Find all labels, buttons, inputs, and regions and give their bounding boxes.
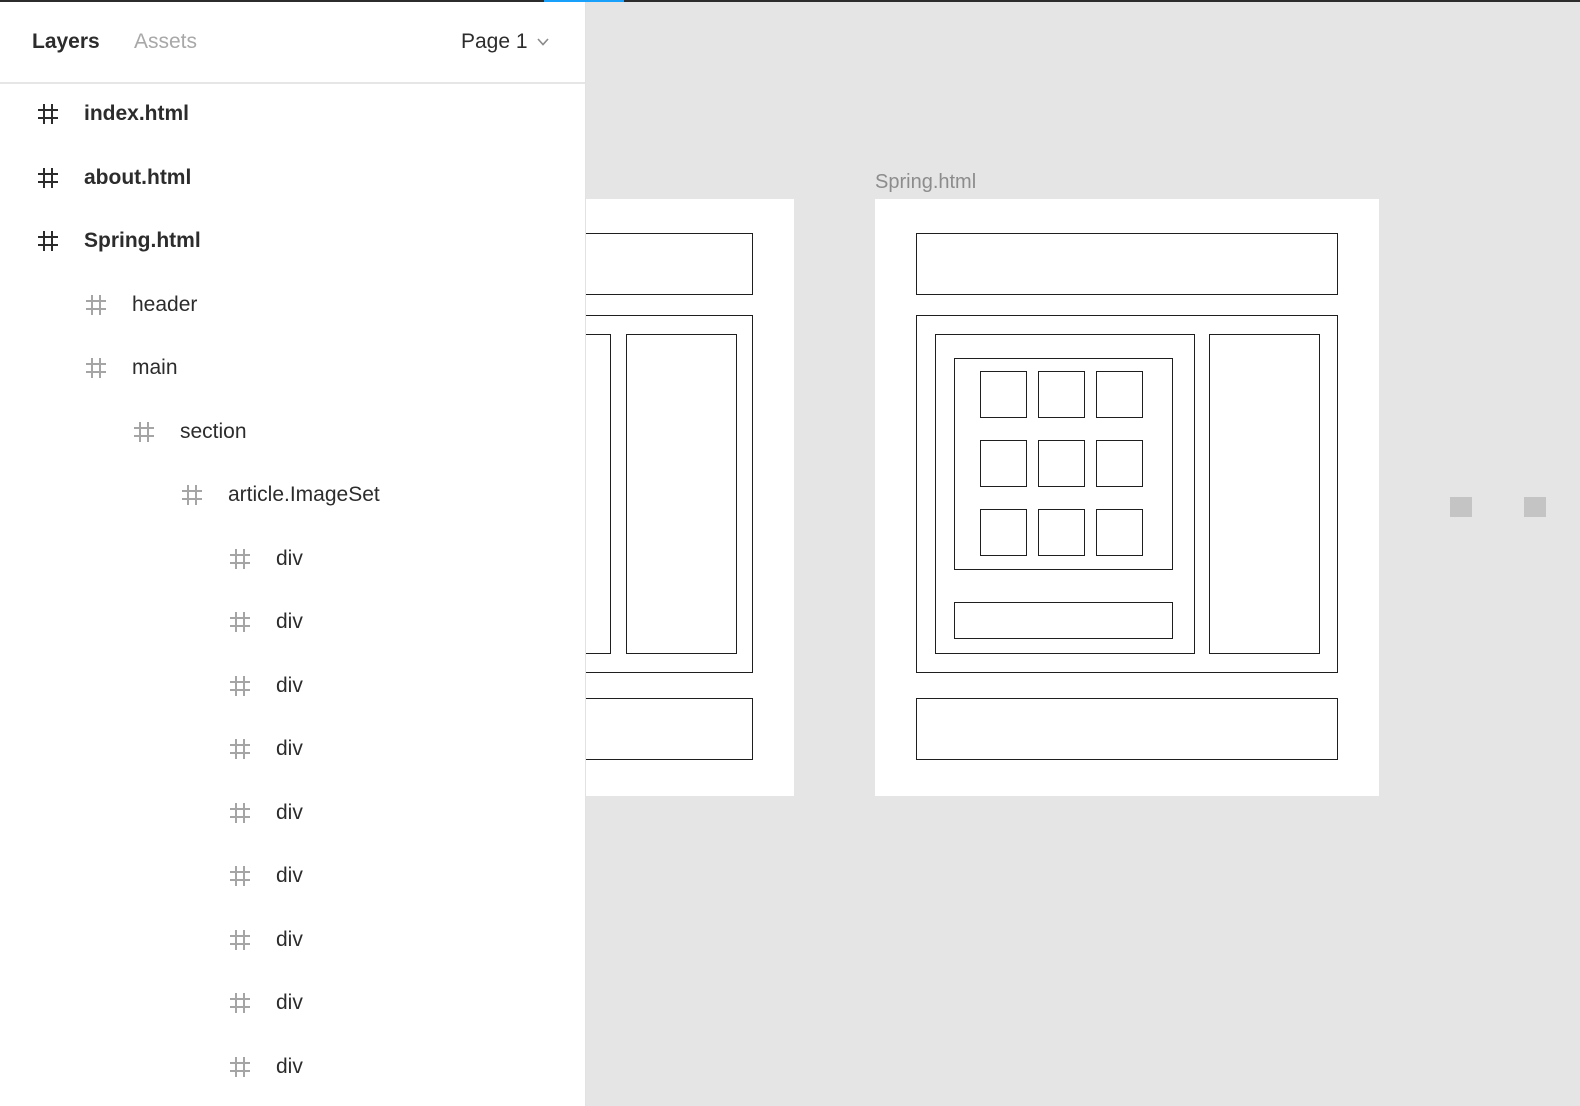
hash-frame-icon [38,231,58,251]
wire-header [586,233,753,295]
wire-image [1038,440,1085,487]
layer-label: index.html [84,102,190,125]
hash-frame-icon [230,1056,250,1077]
resize-handle[interactable] [1524,497,1546,517]
hash-frame-icon [230,675,250,696]
chevron-down-icon [536,38,549,46]
page-selector[interactable]: Page 1 [461,30,550,54]
hash-frame-icon [230,993,250,1013]
layer-item[interactable]: section [132,404,247,460]
wire-image [1096,440,1143,487]
layer-label: div [276,1054,303,1078]
wire-main [916,315,1338,673]
wire-image [980,371,1027,418]
layers-panel: Layers Assets Page 1 index.html about.htm… [0,2,586,1106]
hash-frame-icon [230,548,250,569]
wire-image-set [954,358,1173,570]
layer-label: header [132,292,198,316]
layer-label: about.html [84,165,192,189]
wire-footer [586,698,753,760]
layer-label: div [276,737,303,760]
layer-frame-item[interactable]: index.html [36,86,189,142]
wire-image [1096,509,1143,556]
wire-section [935,334,1195,654]
layer-item[interactable]: div [228,848,303,904]
layer-label: section [180,419,247,443]
wire-image [1096,371,1143,418]
layer-label: Spring.html [84,229,201,252]
layer-item[interactable]: div [228,1039,303,1095]
wire-header [916,233,1338,295]
layer-label: div [276,610,303,633]
page-selector-label: Page 1 [461,30,528,53]
frame-title[interactable]: Spring.html [875,171,976,194]
wire-image [1038,509,1085,556]
tab-layers[interactable]: Layers [32,30,100,54]
layer-label: div [276,927,303,951]
layer-item[interactable]: div [228,531,303,587]
wire-caption [954,602,1173,639]
wire-image [1038,371,1085,418]
resize-handle[interactable] [1450,497,1472,517]
wire-main [586,315,753,673]
layer-item[interactable]: div [228,975,303,1031]
layer-item[interactable]: div [228,594,303,650]
wire-aside [1209,334,1320,654]
layer-label: article.ImageSet [228,483,380,506]
layer-frame-item[interactable]: about.html [36,150,191,206]
canvas[interactable]: Spring.html [586,2,1580,1106]
layer-label: div [276,546,303,570]
frame-about[interactable] [586,199,794,796]
wire-footer [916,698,1338,760]
hash-frame-icon [38,167,58,188]
layer-item[interactable]: div [228,658,303,714]
layer-label: div [276,864,303,887]
hash-frame-icon [134,421,154,442]
layer-item[interactable]: main [84,340,178,396]
panel-header: Layers Assets Page 1 [0,2,585,84]
layer-frame-item[interactable]: Spring.html [36,213,201,269]
wire-image [980,440,1027,487]
hash-frame-icon [230,612,250,632]
frame-spring[interactable] [875,199,1379,796]
layer-label: main [132,356,178,379]
layer-item[interactable]: div [228,721,303,777]
layer-item[interactable]: div [228,785,303,841]
wire-aside [626,334,737,654]
layer-label: div [276,673,303,697]
tab-assets[interactable]: Assets [134,30,197,54]
hash-frame-icon [230,802,250,823]
wire-image [980,509,1027,556]
hash-frame-icon [86,358,106,378]
hash-frame-icon [230,739,250,759]
hash-frame-icon [182,485,202,505]
hash-frame-icon [230,929,250,950]
layer-item[interactable]: div [228,912,303,968]
hash-frame-icon [86,294,106,315]
hash-frame-icon [38,104,58,124]
layer-item[interactable]: header [84,277,197,333]
wire-section [586,334,611,654]
layer-label: div [276,800,303,824]
layer-label: div [276,991,303,1014]
hash-frame-icon [230,866,250,886]
layer-item[interactable]: article.ImageSet [180,467,380,523]
